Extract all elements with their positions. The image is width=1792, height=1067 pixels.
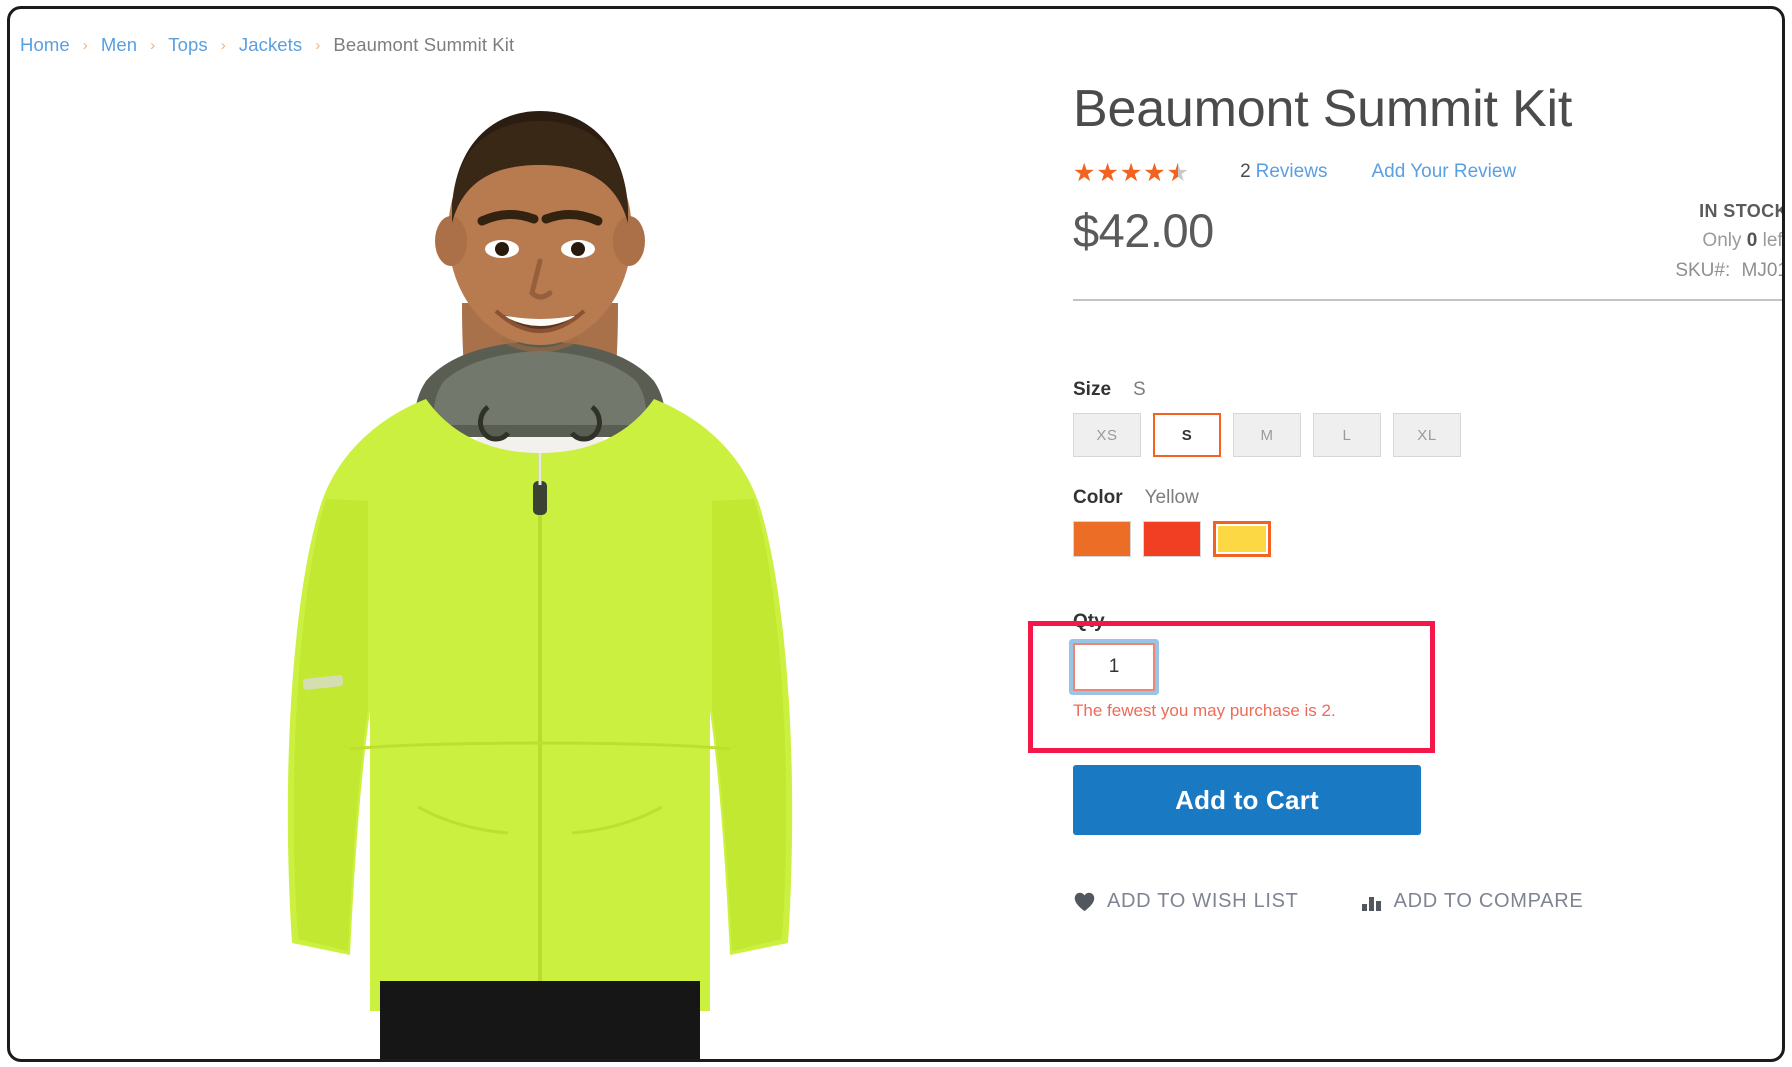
breadcrumb-item-men[interactable]: Men xyxy=(101,34,137,56)
color-swatch-orange[interactable] xyxy=(1073,521,1131,558)
status-badge: IN STOCK xyxy=(1699,201,1785,222)
stock-remaining-prefix: Only xyxy=(1702,229,1742,251)
breadcrumb-separator-icon: › xyxy=(315,36,321,54)
quantity-input[interactable] xyxy=(1073,643,1155,692)
sku-label: SKU#: xyxy=(1675,259,1731,281)
quantity-label: Qty xyxy=(1073,611,1105,633)
color-selected-value: Yellow xyxy=(1144,487,1199,509)
rating-row: ★★★★★ ★★★★★ 2Reviews Add Your Review xyxy=(1073,159,1782,185)
add-to-compare-label: ADD TO COMPARE xyxy=(1393,890,1584,913)
size-label: Size xyxy=(1073,379,1112,401)
breadcrumb-item-current: Beaumont Summit Kit xyxy=(333,34,515,55)
add-to-wish-list-label: ADD TO WISH LIST xyxy=(1107,890,1299,913)
quantity-error-message: The fewest you may purchase is 2. xyxy=(1073,701,1336,721)
breadcrumb-separator-icon: › xyxy=(220,36,226,54)
section-divider xyxy=(1073,299,1782,302)
sku-value: MJ01 xyxy=(1741,259,1785,281)
page-frame: Home › Men › Tops › Jackets › Beaumont S… xyxy=(7,6,1785,1062)
size-label-row: Size S xyxy=(1073,379,1782,401)
color-swatch-red[interactable] xyxy=(1143,521,1201,558)
add-your-review-link[interactable]: Add Your Review xyxy=(1371,161,1516,183)
add-to-wish-list-link[interactable]: ADD TO WISH LIST xyxy=(1073,890,1299,913)
size-swatch-xl[interactable]: XL xyxy=(1393,413,1461,458)
breadcrumb: Home › Men › Tops › Jackets › Beaumont S… xyxy=(20,34,514,56)
product-image[interactable] xyxy=(230,81,850,1059)
add-to-cart-button[interactable]: Add to Cart xyxy=(1073,765,1421,836)
stock-remaining-count: 0 xyxy=(1746,229,1758,251)
product-options: Size S XS S M L XL Color Yellow Qty 1 Th… xyxy=(1073,379,1782,913)
reviews-link[interactable]: 2 Reviews xyxy=(1240,161,1327,183)
size-selected-value: S xyxy=(1133,379,1146,401)
breadcrumb-item-home[interactable]: Home xyxy=(20,34,70,56)
heart-icon xyxy=(1073,891,1096,912)
star-rating[interactable]: ★★★★★ ★★★★★ xyxy=(1073,160,1190,185)
compare-bars-icon xyxy=(1361,892,1383,912)
stock-remaining-suffix: left xyxy=(1762,229,1783,251)
stock-remaining: Only 0 left xyxy=(1675,226,1783,256)
sku-row: SKU#: MJ01 xyxy=(1675,256,1785,286)
price-row: $42.00 IN STOCK Only 0 left SKU#: MJ01 xyxy=(1073,197,1785,293)
secondary-actions: ADD TO WISH LIST ADD TO COMPARE xyxy=(1073,890,1782,913)
product-detail-page: Home › Men › Tops › Jackets › Beaumont S… xyxy=(0,0,1792,1067)
color-swatch-row xyxy=(1073,521,1782,558)
size-swatch-xs[interactable]: XS xyxy=(1073,413,1141,458)
size-swatch-row: XS S M L XL xyxy=(1073,413,1782,458)
breadcrumb-separator-icon: › xyxy=(150,36,156,54)
reviews-label[interactable]: Reviews xyxy=(1256,161,1328,182)
color-swatch-yellow[interactable] xyxy=(1213,521,1271,558)
review-count: 2 xyxy=(1240,161,1251,183)
size-swatch-l[interactable]: L xyxy=(1313,413,1381,458)
quantity-block: Qty The fewest you may purchase is 2. xyxy=(1073,611,1782,721)
size-option-group: Size S XS S M L XL xyxy=(1073,379,1782,458)
availability-block: IN STOCK Only 0 left SKU#: MJ01 xyxy=(1675,197,1785,286)
page-title: Beaumont Summit Kit xyxy=(1073,80,1573,138)
product-image-illustration xyxy=(230,81,850,1059)
size-swatch-s[interactable]: S xyxy=(1153,413,1221,458)
color-option-group: Color Yellow xyxy=(1073,487,1782,558)
breadcrumb-item-tops[interactable]: Tops xyxy=(168,34,207,56)
breadcrumb-item-jackets[interactable]: Jackets xyxy=(239,34,302,56)
star-rating-filled: ★★★★★ xyxy=(1073,159,1178,185)
size-swatch-m[interactable]: M xyxy=(1233,413,1301,458)
product-info-panel: Beaumont Summit Kit ★★★★★ ★★★★★ 2Reviews… xyxy=(1073,79,1785,913)
color-label-row: Color Yellow xyxy=(1073,487,1782,509)
color-label: Color xyxy=(1073,487,1123,509)
add-to-compare-link[interactable]: ADD TO COMPARE xyxy=(1361,890,1584,913)
breadcrumb-separator-icon: › xyxy=(82,36,88,54)
